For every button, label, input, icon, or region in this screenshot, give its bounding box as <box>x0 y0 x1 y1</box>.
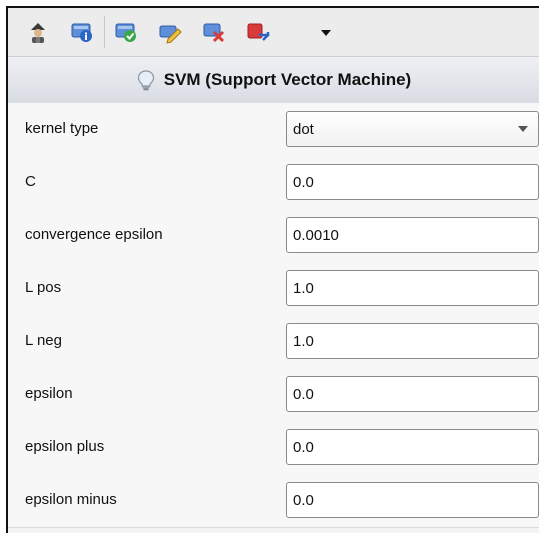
epsilon-input[interactable]: 0.0 <box>286 376 539 412</box>
param-label: L pos <box>25 279 62 296</box>
apply-icon[interactable] <box>112 19 140 45</box>
param-row-kernel-type: kernel type dot <box>8 103 539 157</box>
param-label: L neg <box>25 332 62 349</box>
kernel-type-select[interactable]: dot <box>286 111 539 147</box>
l-neg-input[interactable]: 1.0 <box>286 323 539 359</box>
param-row-l-neg: L neg 1.0 <box>8 315 539 369</box>
edit-icon[interactable] <box>156 19 184 45</box>
param-row-convergence-epsilon: convergence epsilon 0.0010 <box>8 209 539 263</box>
c-input[interactable]: 0.0 <box>286 164 539 200</box>
param-row-c: C 0.0 <box>8 156 539 210</box>
param-row-epsilon-plus: epsilon plus 0.0 <box>8 421 539 475</box>
operator-title-bar: SVM (Support Vector Machine) <box>8 57 539 104</box>
operator-title: SVM (Support Vector Machine) <box>163 70 412 89</box>
param-label: C <box>25 173 36 190</box>
param-row-l-pos: L pos 1.0 <box>8 262 539 316</box>
param-label: kernel type <box>25 120 99 137</box>
convergence-epsilon-input[interactable]: 0.0010 <box>286 217 539 253</box>
param-label: epsilon plus <box>25 438 105 455</box>
chevron-down-icon <box>518 126 528 132</box>
parameter-list: kernel type dot C 0.0 convergence epsilo… <box>8 103 539 533</box>
export-icon[interactable] <box>244 19 272 45</box>
epsilon-plus-input[interactable]: 0.0 <box>286 429 539 465</box>
epsilon-minus-input[interactable]: 0.0 <box>286 482 539 518</box>
wizard-icon[interactable] <box>24 19 52 45</box>
lightbulb-icon <box>136 69 156 91</box>
parameters-panel: SVM (Support Vector Machine) kernel type… <box>6 6 539 533</box>
toolbar-separator <box>104 16 105 48</box>
more-dropdown-chevron-icon[interactable] <box>321 30 331 36</box>
l-pos-input[interactable]: 1.0 <box>286 270 539 306</box>
info-icon[interactable] <box>68 19 96 45</box>
param-row-epsilon: epsilon 0.0 <box>8 368 539 422</box>
delete-icon[interactable] <box>200 19 228 45</box>
toolbar <box>8 8 539 57</box>
param-label: convergence epsilon <box>25 226 163 243</box>
param-label: epsilon minus <box>25 491 117 508</box>
param-row-epsilon-minus: epsilon minus 0.0 <box>8 474 539 528</box>
param-label: epsilon <box>25 385 73 402</box>
kernel-type-value: dot <box>293 120 314 138</box>
